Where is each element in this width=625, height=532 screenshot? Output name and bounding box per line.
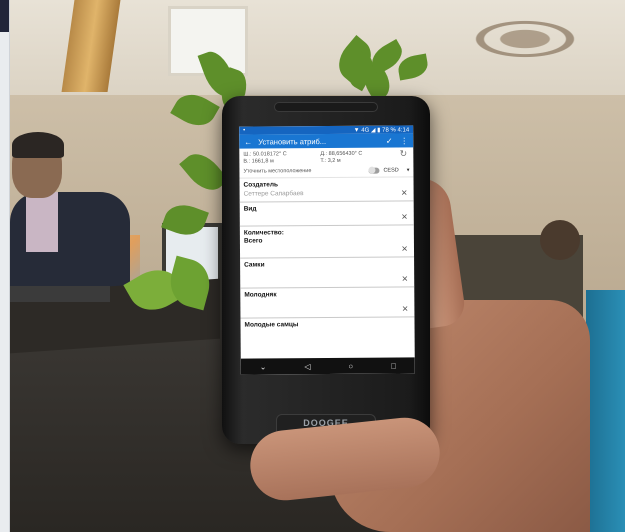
crs-select[interactable]: СЕSD ▾	[383, 167, 409, 173]
android-nav-bar: ⌄ ◁ ○ □	[240, 357, 415, 375]
earpiece	[274, 102, 378, 112]
clear-icon[interactable]: ✕	[402, 304, 409, 313]
blue-sleeve	[586, 290, 625, 532]
home-icon[interactable]: ○	[348, 361, 353, 370]
field-young[interactable]: Молодняк ✕	[240, 287, 415, 319]
refine-location-label: Уточнить местоположение	[243, 168, 312, 175]
laptop	[10, 286, 110, 302]
screen-title: Установить атриб...	[258, 136, 327, 146]
field-females[interactable]: Самки ✕	[240, 257, 415, 289]
field-species[interactable]: Вид ✕	[239, 201, 414, 227]
refine-location-toggle[interactable]	[368, 167, 380, 174]
precision: Т.: 3,2 м	[320, 157, 341, 165]
arrow-left-icon[interactable]: ←	[243, 137, 253, 146]
status-right: ▼ 4G ◢ ▮ 78 % 4:14	[353, 126, 410, 134]
field-young-males[interactable]: Молодые самцы	[240, 317, 414, 329]
caret-down-icon: ▾	[406, 167, 410, 174]
left-page-strip	[0, 0, 10, 532]
back-icon[interactable]: ◁	[304, 362, 310, 371]
field-total[interactable]: Количество: Всего ✕	[239, 225, 415, 259]
coordinates-panel: Ш.: 50.018172° С Д.: 88,656430° С ↻ В.: …	[239, 147, 413, 166]
more-vertical-icon[interactable]: ⋮	[399, 136, 409, 145]
hide-keyboard-icon[interactable]: ⌄	[260, 362, 267, 371]
ceiling-ornament	[430, 4, 620, 74]
status-left: •	[243, 127, 246, 134]
check-icon[interactable]: ✓	[384, 136, 394, 145]
background-person	[540, 220, 580, 260]
clear-icon[interactable]: ✕	[401, 212, 408, 221]
field-label: Молодые самцы	[244, 321, 299, 329]
phone-screen: • ▼ 4G ◢ ▮ 78 % 4:14 ← Установить атриб.…	[239, 125, 415, 375]
refresh-icon[interactable]: ↻	[397, 148, 409, 164]
altitude: В.: 1661,8 м	[243, 158, 274, 165]
recent-apps-icon[interactable]: □	[391, 361, 396, 370]
smartphone: • ▼ 4G ◢ ▮ 78 % 4:14 ← Установить атриб.…	[222, 96, 430, 444]
clear-icon[interactable]: ✕	[401, 244, 408, 253]
field-value	[244, 298, 410, 317]
clear-icon[interactable]: ✕	[401, 274, 408, 283]
field-value: Сеттере Сапарбаев	[243, 190, 304, 198]
app-bar: ← Установить атриб... ✓ ⋮	[239, 133, 414, 149]
field-creator[interactable]: Создатель Сеттере Сапарбаев ✕	[239, 177, 414, 203]
clear-icon[interactable]: ✕	[401, 188, 408, 197]
field-value	[244, 212, 410, 225]
field-value	[244, 268, 410, 287]
crs-value: СЕSD	[383, 167, 399, 174]
